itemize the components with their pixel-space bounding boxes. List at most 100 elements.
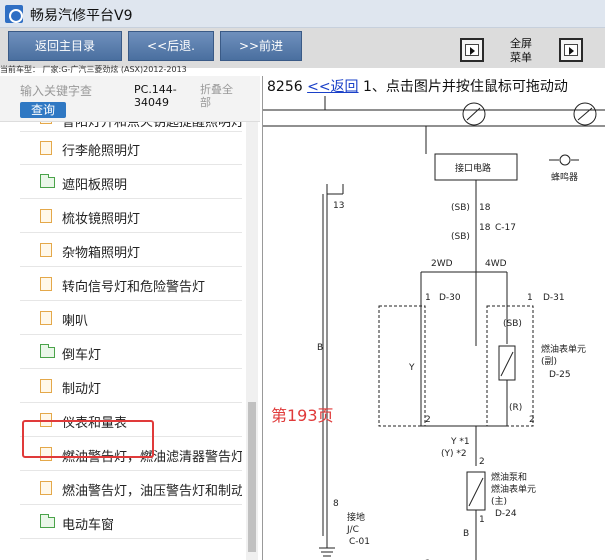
document-icon: [40, 481, 52, 495]
sub-gauge-label: 燃油表单元: [541, 343, 586, 355]
main-menu-button[interactable]: 返回主目录: [8, 31, 122, 61]
pin-label: 13: [333, 201, 344, 211]
wire-label: (SB): [451, 232, 470, 242]
pin-label: 2: [425, 415, 431, 425]
expand-icon: [465, 44, 479, 56]
wire-label: (R): [509, 403, 522, 413]
search-button[interactable]: 查询: [20, 102, 66, 118]
document-icon: [40, 141, 52, 155]
wire-label: B: [317, 343, 323, 353]
scrollbar-thumb[interactable]: [248, 402, 256, 552]
left-panel: 查询 PC.144-34049 折叠全部 鲁阳灯开和点火钥匙提醒照明灯 行李舱照…: [0, 76, 260, 560]
main-pump-label: 燃油泵和: [491, 471, 527, 483]
connector-label: D-24: [495, 509, 517, 519]
tree-item-label: 行李舱照明灯: [62, 144, 141, 159]
menu-label: 菜单: [510, 51, 532, 64]
wire-label: (SB): [503, 319, 522, 329]
wire-label: Y *1: [450, 437, 470, 447]
fullscreen-label: 全屏: [510, 37, 532, 50]
document-icon: [40, 122, 52, 124]
folder-icon: [40, 514, 55, 528]
pin-label: 18: [479, 223, 491, 233]
pin-label: 8: [333, 499, 339, 509]
tree-item[interactable]: 转向信号灯和危险警告灯: [20, 268, 242, 301]
tree-item[interactable]: 梳妆镜照明灯: [20, 200, 242, 233]
tree-item[interactable]: 喇叭: [20, 302, 242, 335]
document-code: PC.144-34049: [134, 83, 177, 109]
connector-label: C-17: [495, 223, 516, 233]
page-label: 第193页: [271, 406, 334, 425]
connector-label: C-01: [349, 537, 370, 547]
main-label: (主): [491, 495, 507, 507]
tree-item-label: 燃油警告灯，油压警告灯和制动警告灯: [62, 484, 242, 499]
fullscreen-icon: [564, 44, 578, 56]
tree-item[interactable]: 电动车窗: [20, 506, 242, 539]
search-input[interactable]: [20, 82, 126, 100]
fullscreen-icon-button[interactable]: [559, 38, 583, 62]
tree-scrollbar[interactable]: [246, 122, 258, 560]
buzzer-label: 蜂鸣器: [551, 171, 578, 183]
fold-all-button[interactable]: 折叠全部: [200, 83, 240, 109]
tree-item-label: 杂物箱照明灯: [62, 246, 141, 261]
tree-item[interactable]: 遮阳板照明: [20, 166, 242, 199]
wiring-diagram[interactable]: 接口电路 蜂鸣器 (SB) 18 18 C-17 (SB) 2WD 4WD 1 …: [263, 96, 605, 560]
document-icon: [40, 277, 52, 291]
pin-label: 1: [425, 293, 431, 303]
tree-item[interactable]: 行李舱照明灯: [20, 132, 242, 165]
variant-label: 4WD: [485, 259, 507, 269]
back-button[interactable]: <<后退.: [128, 31, 214, 61]
sub-label: (副): [541, 356, 557, 367]
tree-list: 鲁阳灯开和点火钥匙提醒照明灯 行李舱照明灯 遮阳板照明 梳妆镜照明灯 杂物箱照明…: [0, 122, 246, 560]
tree-item-label: 转向信号灯和危险警告灯: [62, 280, 206, 295]
folder-icon: [40, 344, 55, 358]
return-link[interactable]: <<返回: [307, 79, 358, 95]
document-icon: [40, 379, 52, 393]
tree-item-label: 梳妆镜照明灯: [62, 212, 141, 227]
main-gauge-label: 燃油表单元: [491, 483, 536, 495]
page-number: 8256: [267, 79, 303, 95]
selection-highlight: [22, 420, 154, 458]
window-title: 畅易汽修平台V9: [30, 8, 133, 24]
tree-item[interactable]: 杂物箱照明灯: [20, 234, 242, 267]
tree-item-partial[interactable]: 鲁阳灯开和点火钥匙提醒照明灯: [20, 122, 242, 132]
jc-label: J/C: [346, 525, 359, 535]
search-area: 查询 PC.144-34049 折叠全部: [0, 76, 260, 122]
ground-label: 接地: [347, 511, 365, 523]
pin-label: 18: [479, 203, 491, 213]
connector-label: D-25: [549, 370, 571, 380]
pin-label: 1: [527, 293, 533, 303]
app-icon: [5, 5, 23, 23]
tree-item[interactable]: 燃油警告灯，油压警告灯和制动警告灯: [20, 472, 242, 505]
folder-icon: [40, 174, 55, 188]
interface-circuit-label: 接口电路: [455, 162, 491, 174]
connector-label: D-30: [439, 293, 461, 303]
current-vehicle: 当前车型： 厂家:G-广汽三菱劲炫 (ASX)2012-2013: [0, 65, 187, 74]
document-icon: [40, 311, 52, 325]
wire-label: (SB): [451, 203, 470, 213]
title-bar: 畅易汽修平台V9: [0, 0, 605, 28]
wire-label: Y: [408, 363, 415, 373]
tree-item-label: 喇叭: [62, 314, 89, 329]
forward-button[interactable]: >>前进: [220, 31, 302, 61]
document-icon: [40, 243, 52, 257]
diagram-viewer[interactable]: 8256 <<返回 1、点击图片并按住鼠标可拖动动 接口电路 蜂鸣器 (SB) …: [262, 76, 605, 560]
tree-item-label: 鲁阳灯开和点火钥匙提醒照明灯: [62, 122, 242, 130]
connector-label: D-31: [543, 293, 565, 303]
tree-item[interactable]: 制动灯: [20, 370, 242, 403]
tree-item-label: 遮阳板照明: [62, 178, 128, 193]
tree-item-label: 电动车窗: [62, 518, 115, 533]
viewer-header: 8256 <<返回 1、点击图片并按住鼠标可拖动动: [267, 76, 605, 96]
tree-item-label: 制动灯: [62, 382, 102, 397]
expand-icon-button[interactable]: [460, 38, 484, 62]
tree-item-label: 倒车灯: [62, 348, 102, 363]
fullscreen-menu-label[interactable]: 全屏 菜单: [508, 37, 534, 65]
wire-label: (Y) *2: [441, 449, 467, 459]
instruction-text: 1、点击图片并按住鼠标可拖动动: [363, 79, 568, 95]
pin-label: 2: [529, 415, 535, 425]
toolbar: 返回主目录 <<后退. >>前进 全屏 菜单: [0, 28, 605, 68]
pin-label: 2: [479, 457, 485, 467]
wire-label: B: [463, 529, 469, 539]
document-icon: [40, 209, 52, 223]
tree-item[interactable]: 倒车灯: [20, 336, 242, 369]
variant-label: 2WD: [431, 259, 453, 269]
